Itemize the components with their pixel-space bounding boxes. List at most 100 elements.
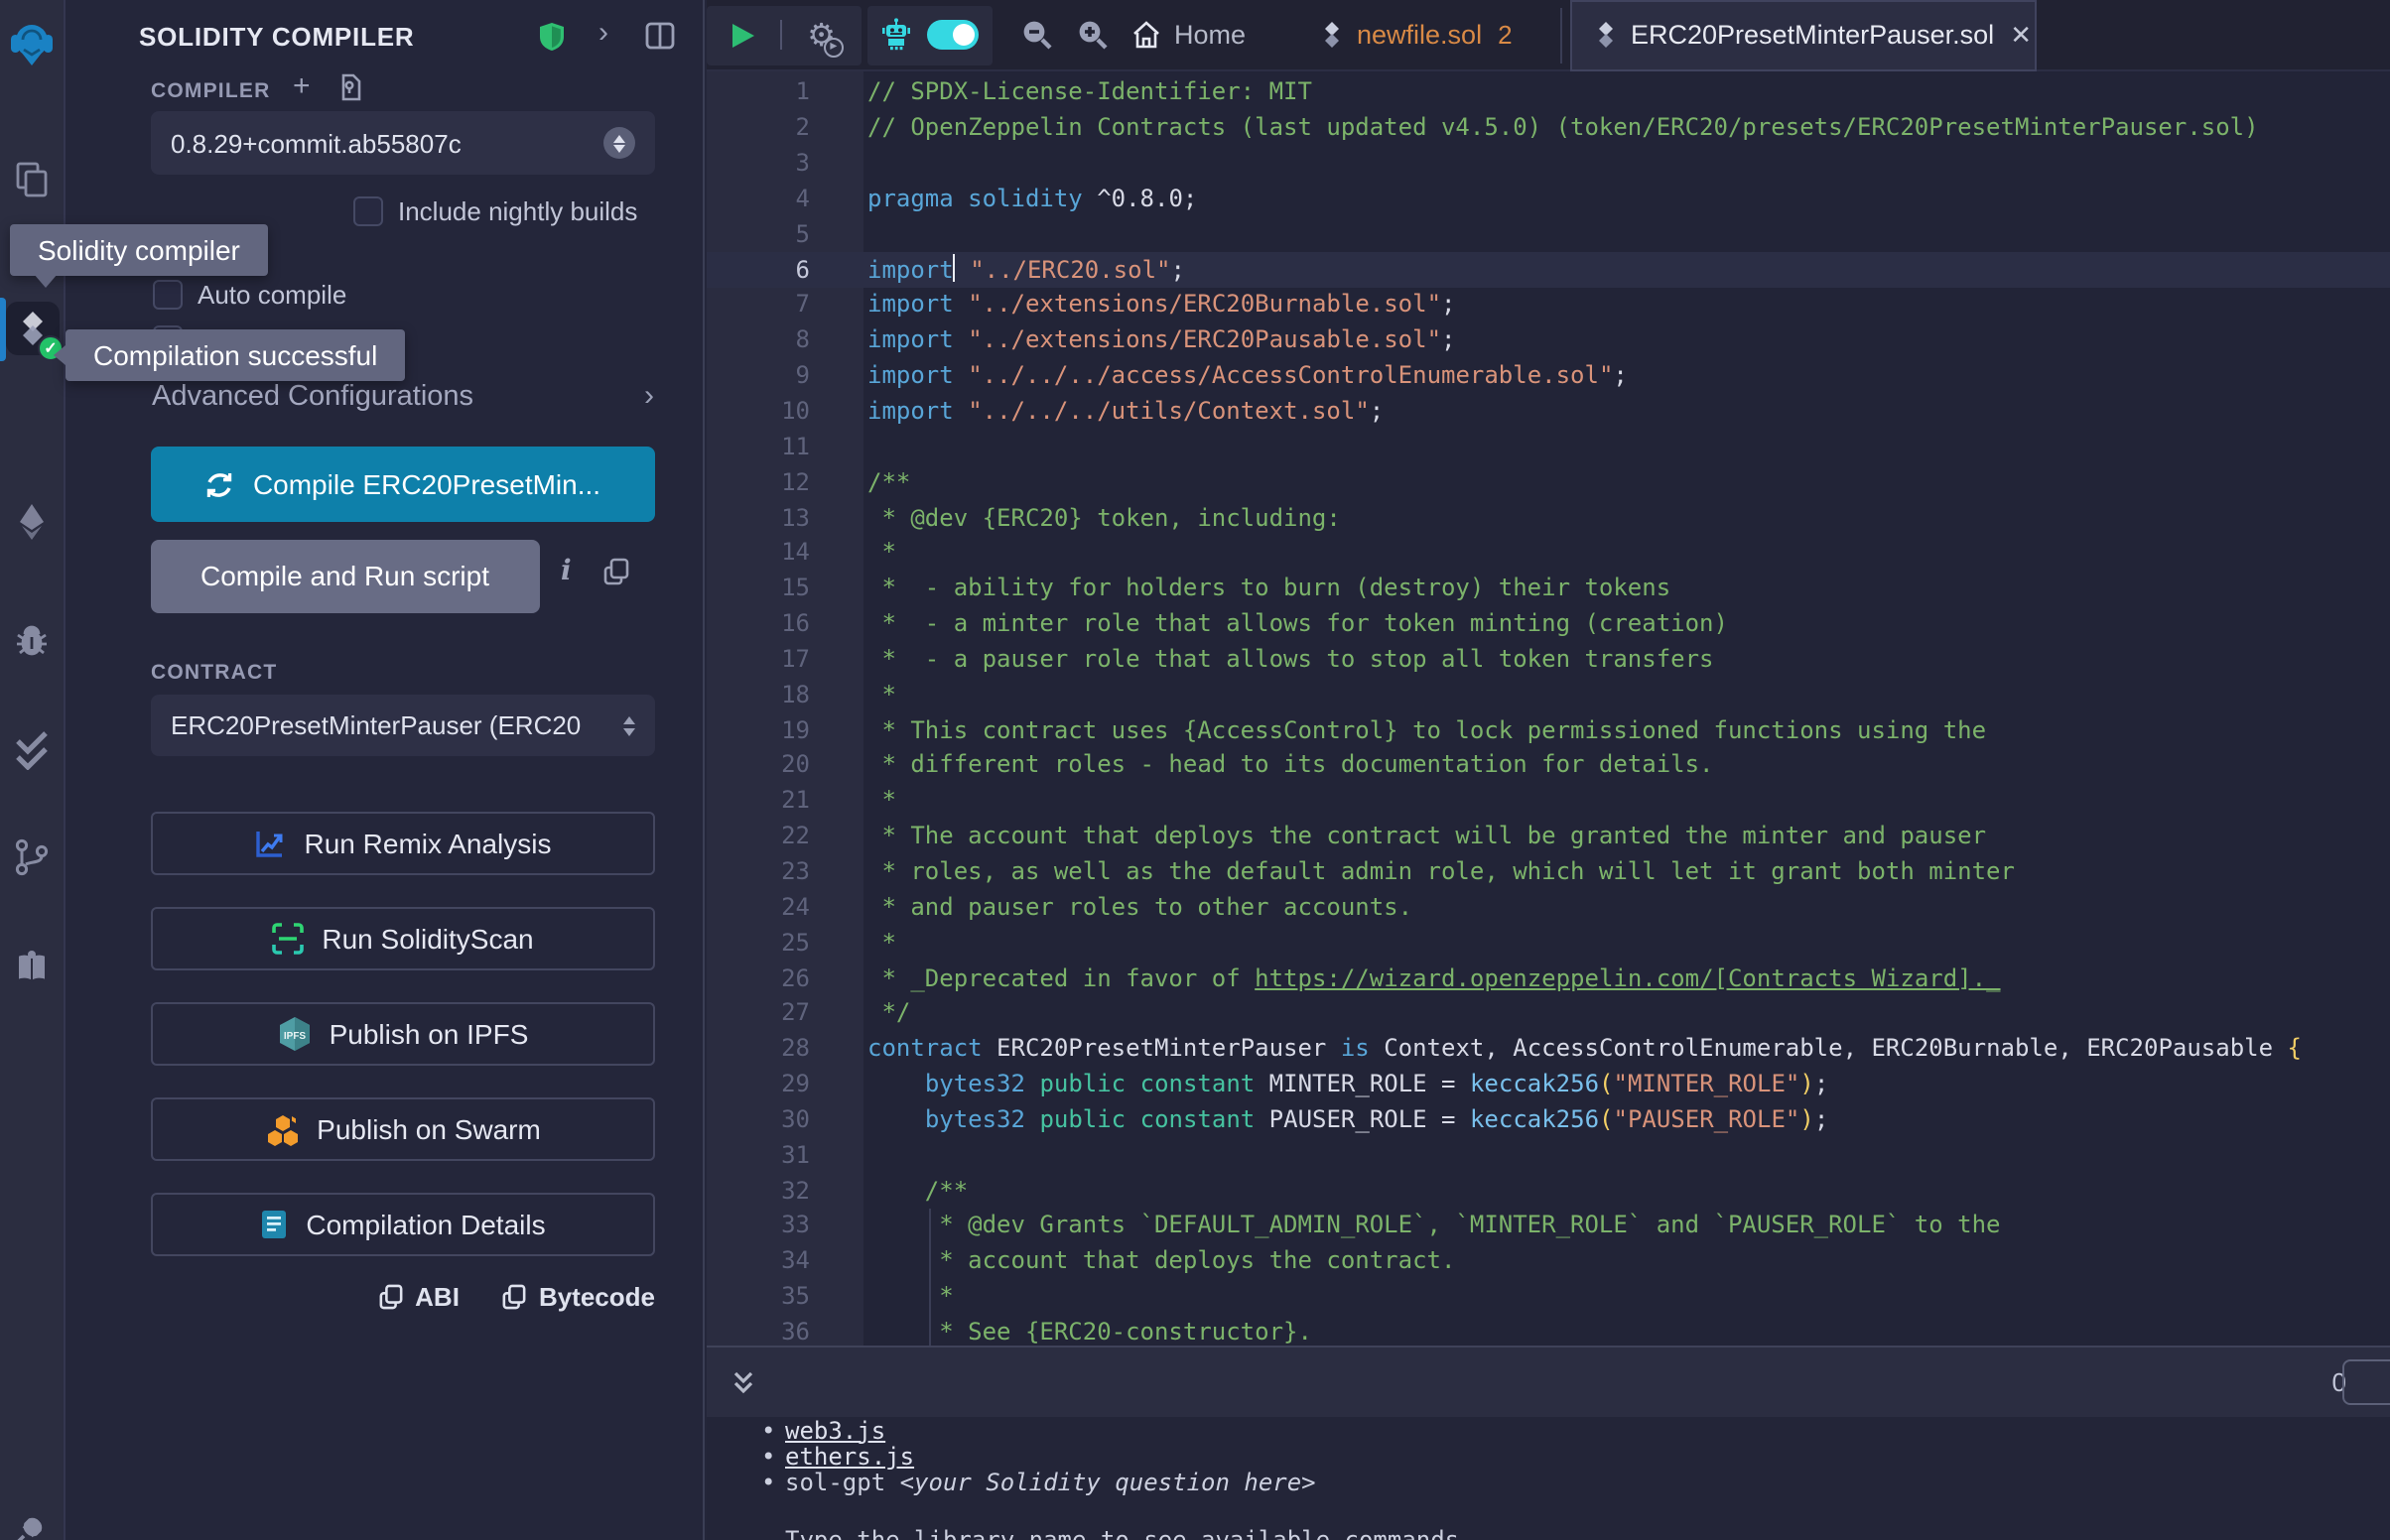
code-line[interactable]: 6import "../ERC20.sol";: [706, 251, 2390, 287]
run-script-icon[interactable]: [731, 23, 753, 47]
git-icon[interactable]: [12, 837, 52, 877]
include-nightly-builds-checkbox[interactable]: [352, 196, 382, 226]
code-line[interactable]: 1// SPDX-License-Identifier: MIT: [706, 74, 2390, 110]
code-line[interactable]: 22 * The account that deploys the contra…: [706, 818, 2390, 853]
compiler-section-label: COMPILER: [151, 79, 270, 103]
code-line[interactable]: 8import "../extensions/ERC20Pausable.sol…: [706, 322, 2390, 358]
code-editor[interactable]: 1// SPDX-License-Identifier: MIT2// Open…: [706, 70, 2390, 1345]
collapse-terminal-icon[interactable]: [730, 1368, 755, 1394]
chevron-right-icon[interactable]: ›: [598, 16, 608, 50]
code-line[interactable]: 17 * - a pauser role that allows to stop…: [706, 641, 2390, 677]
libraries-book-icon[interactable]: [12, 949, 52, 988]
terminal-output[interactable]: web3.js ethers.js sol-gpt <your Solidity…: [706, 1416, 2390, 1540]
code-line[interactable]: 14 *: [706, 535, 2390, 571]
tab-home[interactable]: Home: [1115, 0, 1261, 70]
code-line[interactable]: 28contract ERC20PresetMinterPauser is Co…: [706, 1031, 2390, 1067]
code-line[interactable]: 26 * _Deprecated in favor of https://wiz…: [706, 960, 2390, 995]
code-line[interactable]: 35 *: [706, 1278, 2390, 1314]
debugger-icon[interactable]: [12, 619, 52, 659]
code-line[interactable]: 30 bytes32 public constant PAUSER_ROLE =…: [706, 1101, 2390, 1137]
copy-abi-button[interactable]: ABI: [379, 1282, 460, 1312]
info-icon[interactable]: i: [561, 556, 572, 587]
run-solidityscan-label: Run SolidityScan: [322, 923, 533, 955]
line-number: 3: [706, 149, 863, 177]
code-line[interactable]: 36 * See {ERC20-constructor}.: [706, 1314, 2390, 1345]
solidity-file-icon: [1321, 23, 1341, 49]
ai-toggle-switch[interactable]: [927, 20, 979, 50]
add-compiler-icon[interactable]: +: [293, 69, 311, 103]
tooltip-compilation-successful: Compilation successful: [66, 329, 405, 381]
code-line[interactable]: 31: [706, 1137, 2390, 1173]
code-line[interactable]: 19 * This contract uses {AccessControl} …: [706, 711, 2390, 747]
close-tab-icon[interactable]: ✕: [2010, 20, 2032, 52]
terminal-list-item: ethers.js: [706, 1445, 2390, 1472]
auto-compile-checkbox[interactable]: [152, 280, 182, 310]
compile-and-run-button[interactable]: Compile and Run script: [151, 539, 539, 612]
compilation-details-button[interactable]: Compilation Details: [151, 1193, 655, 1256]
file-badge-icon[interactable]: [336, 73, 362, 101]
advanced-configurations-toggle[interactable]: Advanced Configurations ›: [152, 379, 654, 413]
code-line[interactable]: 13 * @dev {ERC20} token, including:: [706, 499, 2390, 535]
code-line[interactable]: 15 * - ability for holders to burn (dest…: [706, 571, 2390, 606]
code-line[interactable]: 4pragma solidity ^0.8.0;: [706, 181, 2390, 216]
code-line[interactable]: 25 *: [706, 925, 2390, 961]
code-line[interactable]: 9import "../../../access/AccessControlEn…: [706, 358, 2390, 394]
code-line[interactable]: 16 * - a minter role that allows for tok…: [706, 605, 2390, 641]
shield-icon[interactable]: [537, 22, 565, 52]
divider: [779, 20, 781, 50]
web3js-link[interactable]: web3.js: [785, 1416, 885, 1444]
code-line[interactable]: 23 * roles, as well as the default admin…: [706, 853, 2390, 889]
code-line[interactable]: 24 * and pauser roles to other accounts.: [706, 889, 2390, 925]
line-number: 29: [706, 1070, 863, 1097]
publish-on-ipfs-button[interactable]: IPFS Publish on IPFS: [151, 1002, 655, 1066]
code-line[interactable]: 12/**: [706, 464, 2390, 500]
line-number: 9: [706, 361, 863, 389]
copy-bytecode-button[interactable]: Bytecode: [503, 1282, 655, 1312]
ai-robot-icon[interactable]: [880, 18, 914, 52]
zoom-in-icon[interactable]: [1075, 18, 1109, 52]
home-tab-label: Home: [1174, 21, 1246, 51]
tab-erc20presetminterpauser-sol[interactable]: ERC20PresetMinterPauser.sol ✕: [1569, 0, 2036, 70]
copy-icon[interactable]: [602, 558, 628, 585]
terminal-bar[interactable]: 0: [706, 1345, 2390, 1416]
code-line[interactable]: 7import "../extensions/ERC20Burnable.sol…: [706, 287, 2390, 322]
code-line[interactable]: 27 */: [706, 995, 2390, 1031]
plugin-manager-icon[interactable]: [12, 1508, 52, 1540]
zoom-out-icon[interactable]: [1019, 18, 1053, 52]
file-explorer-icon[interactable]: [12, 159, 52, 198]
script-config-gear-icon[interactable]: ⚙: [807, 19, 836, 51]
code-line[interactable]: 3: [706, 145, 2390, 181]
terminal-search-box[interactable]: [2342, 1358, 2390, 1404]
code-line[interactable]: 11: [706, 429, 2390, 464]
compiler-version-select[interactable]: 0.8.29+commit.ab55807c: [151, 111, 655, 175]
code-line[interactable]: 18 *: [706, 677, 2390, 712]
contract-select[interactable]: ERC20PresetMinterPauser (ERC20: [151, 695, 655, 756]
tooltip-solidity-compiler: Solidity compiler: [10, 224, 268, 276]
code-line[interactable]: 32 /**: [706, 1172, 2390, 1208]
compilation-details-label: Compilation Details: [306, 1209, 545, 1240]
split-panel-icon[interactable]: [644, 22, 674, 50]
compile-button[interactable]: Compile ERC20PresetMin...: [151, 447, 655, 522]
code-line[interactable]: 20 * different roles - head to its docum…: [706, 747, 2390, 783]
code-line[interactable]: 21 *: [706, 783, 2390, 819]
code-text: * account that deploys the contract.: [863, 1247, 1455, 1275]
tab-newfile-sol[interactable]: newfile.sol 2: [1301, 0, 1532, 70]
publish-on-swarm-button[interactable]: Publish on Swarm: [151, 1097, 655, 1161]
code-line[interactable]: 29 bytes32 public constant MINTER_ROLE =…: [706, 1066, 2390, 1101]
code-line[interactable]: 33 * @dev Grants `DEFAULT_ADMIN_ROLE`, `…: [706, 1208, 2390, 1243]
ethersjs-link[interactable]: ethers.js: [785, 1443, 914, 1471]
code-line[interactable]: 2// OpenZeppelin Contracts (last updated…: [706, 110, 2390, 146]
auto-compile-row: Auto compile: [152, 280, 346, 310]
unit-testing-icon[interactable]: [12, 730, 52, 770]
scan-icon: [272, 923, 304, 955]
run-solidityscan-button[interactable]: Run SolidityScan: [151, 907, 655, 970]
select-arrows-icon: [623, 715, 635, 735]
include-nightly-builds-label: Include nightly builds: [398, 196, 637, 226]
ai-assistant-group: [866, 5, 993, 64]
code-line[interactable]: 10import "../../../utils/Context.sol";: [706, 393, 2390, 429]
remix-logo[interactable]: [6, 18, 58, 69]
code-line[interactable]: 5: [706, 216, 2390, 252]
deploy-run-icon[interactable]: [12, 502, 52, 542]
run-remix-analysis-button[interactable]: Run Remix Analysis: [151, 812, 655, 875]
code-line[interactable]: 34 * account that deploys the contract.: [706, 1243, 2390, 1279]
